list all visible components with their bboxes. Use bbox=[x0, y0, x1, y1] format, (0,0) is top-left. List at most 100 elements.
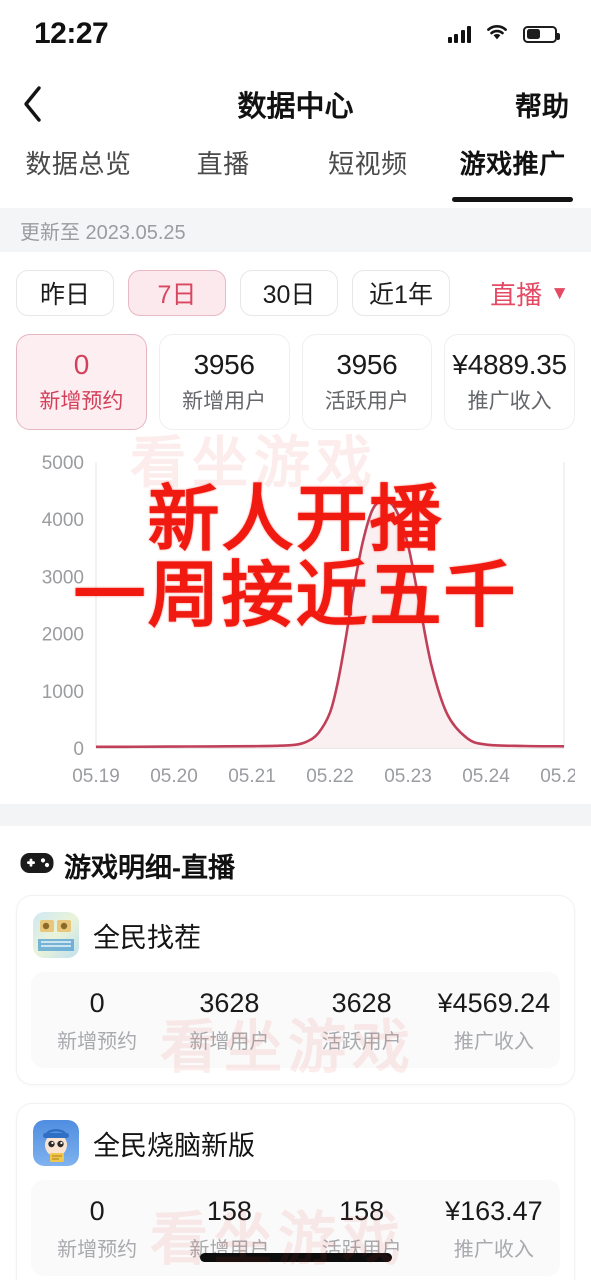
game-metrics-row: 0 新增预约 3628 新增用户 3628 活跃用户 ¥4569.24 推广收入 bbox=[31, 972, 560, 1068]
nav-bar: 数据中心 帮助 bbox=[0, 68, 591, 140]
filter-row: 昨日 7日 30日 近1年 直播 ▼ bbox=[16, 270, 575, 316]
update-timestamp: 更新至 2023.05.25 bbox=[20, 216, 186, 245]
game-name: 全民烧脑新版 bbox=[93, 1124, 255, 1163]
wifi-icon bbox=[484, 22, 510, 46]
y-axis-tick: 2000 bbox=[42, 625, 84, 646]
x-axis-tick: 05.20 bbox=[150, 766, 198, 787]
game-metric: 3628 新增用户 bbox=[163, 988, 295, 1054]
game-name: 全民找茬 bbox=[93, 916, 201, 955]
stat-value: 3956 bbox=[194, 349, 255, 381]
game-metric-value: 158 bbox=[339, 1196, 384, 1227]
x-axis-tick: 05.21 bbox=[228, 766, 276, 787]
page-title: 数据中心 bbox=[0, 83, 591, 125]
series-line bbox=[96, 500, 564, 747]
game-metric-label: 新增用户 bbox=[189, 1025, 269, 1054]
update-timestamp-strip: 更新至 2023.05.25 bbox=[0, 208, 591, 252]
filter-chip-label: 7日 bbox=[158, 275, 197, 311]
filter-chip-1year[interactable]: 近1年 bbox=[352, 270, 450, 316]
tab-label: 数据总览 bbox=[25, 144, 131, 181]
help-button[interactable]: 帮助 bbox=[515, 85, 569, 124]
game-metric-value: 3628 bbox=[332, 988, 392, 1019]
game-card[interactable]: 全民找茬 0 新增预约 3628 新增用户 3628 活跃用户 ¥4569.24… bbox=[16, 895, 575, 1085]
trend-chart[interactable]: 010002000300040005000 05.1905.2005.2105.… bbox=[16, 448, 575, 798]
game-metric: ¥4569.24 推广收入 bbox=[428, 988, 560, 1054]
stat-card-active-users[interactable]: 3956 活跃用户 bbox=[302, 334, 433, 430]
game-metric-label: 新增预约 bbox=[57, 1025, 137, 1054]
filter-chip-7days[interactable]: 7日 bbox=[128, 270, 226, 316]
game-metric-label: 推广收入 bbox=[454, 1025, 534, 1054]
stat-card-new-reservations[interactable]: 0 新增预约 bbox=[16, 334, 147, 430]
x-axis-tick-labels: 05.19 05.20 05.21 05.22 05.23 05.24 05.25 bbox=[72, 766, 575, 787]
x-axis-tick: 05.23 bbox=[384, 766, 432, 787]
y-axis-tick: 0 bbox=[73, 739, 84, 760]
cellular-bars-icon bbox=[448, 26, 472, 43]
tab-data-overview[interactable]: 数据总览 bbox=[6, 140, 151, 208]
game-metric-value: 0 bbox=[90, 988, 105, 1019]
stat-card-new-users[interactable]: 3956 新增用户 bbox=[159, 334, 290, 430]
stat-label: 新增用户 bbox=[182, 385, 266, 415]
y-axis-tick: 1000 bbox=[42, 682, 84, 703]
trend-chart-svg: 010002000300040005000 05.1905.2005.2105.… bbox=[16, 448, 575, 798]
filter-chip-yesterday[interactable]: 昨日 bbox=[16, 270, 114, 316]
game-detail-section: 游戏明细-直播 bbox=[0, 826, 591, 1280]
tab-label: 直播 bbox=[197, 144, 250, 181]
game-metric-label: 新增预约 bbox=[57, 1233, 137, 1262]
tab-live[interactable]: 直播 bbox=[151, 140, 296, 208]
filter-chip-label: 昨日 bbox=[40, 275, 90, 311]
home-indicator[interactable] bbox=[200, 1253, 392, 1262]
tab-label: 游戏推广 bbox=[460, 144, 566, 181]
y-axis-tick: 4000 bbox=[42, 510, 84, 531]
y-axis-tick-labels: 0 1000 2000 3000 4000 5000 bbox=[42, 453, 84, 760]
phone-screen: 看坐游戏 看坐游戏 看坐游戏 12:27 数据中心 帮助 bbox=[0, 0, 591, 1280]
game-metric-value: 0 bbox=[90, 1196, 105, 1227]
x-axis-tick: 05.19 bbox=[72, 766, 120, 787]
game-detail-title: 游戏明细-直播 bbox=[64, 846, 235, 885]
stat-value: 0 bbox=[74, 349, 89, 381]
tab-short-video[interactable]: 短视频 bbox=[296, 140, 441, 208]
battery-half-icon bbox=[523, 26, 557, 43]
stat-card-promotion-income[interactable]: ¥4889.35 推广收入 bbox=[444, 334, 575, 430]
game-metric: 0 新增预约 bbox=[31, 988, 163, 1054]
y-axis-tick: 5000 bbox=[42, 453, 84, 474]
stat-card-row: 0 新增预约 3956 新增用户 3956 活跃用户 ¥4889.35 推广收入 bbox=[16, 334, 575, 430]
filter-chip-label: 近1年 bbox=[369, 275, 433, 311]
game-metric: 0 新增预约 bbox=[31, 1196, 163, 1262]
game-card-title-row: 全民烧脑新版 bbox=[31, 1118, 560, 1180]
game-metric-value: ¥4569.24 bbox=[438, 988, 551, 1019]
game-metric: 3628 活跃用户 bbox=[296, 988, 428, 1054]
game-metric-value: 158 bbox=[207, 1196, 252, 1227]
status-indicators bbox=[448, 22, 558, 46]
game-card-title-row: 全民找茬 bbox=[31, 910, 560, 972]
caret-down-icon: ▼ bbox=[550, 284, 569, 303]
stat-value: 3956 bbox=[336, 349, 397, 381]
stat-value: ¥4889.35 bbox=[452, 349, 566, 381]
game-metric-value: 3628 bbox=[199, 988, 259, 1019]
game-detail-header: 游戏明细-直播 bbox=[16, 842, 575, 895]
back-button[interactable] bbox=[22, 80, 62, 128]
filter-chip-label: 30日 bbox=[263, 275, 316, 311]
game-icon-quanmin-shaonao bbox=[33, 1120, 79, 1166]
tab-game-promotion[interactable]: 游戏推广 bbox=[440, 140, 585, 208]
game-metric-value: ¥163.47 bbox=[445, 1196, 543, 1227]
gamepad-icon bbox=[20, 851, 54, 880]
tab-bar: 数据总览 直播 短视频 游戏推广 bbox=[0, 140, 591, 208]
filter-chip-30days[interactable]: 30日 bbox=[240, 270, 338, 316]
chevron-left-icon bbox=[22, 85, 44, 123]
stat-label: 活跃用户 bbox=[325, 385, 409, 415]
source-dropdown[interactable]: 直播 ▼ bbox=[490, 275, 575, 312]
game-metric-label: 推广收入 bbox=[454, 1233, 534, 1262]
stat-label: 新增预约 bbox=[39, 385, 123, 415]
y-axis-tick: 3000 bbox=[42, 567, 84, 588]
status-bar: 12:27 bbox=[0, 0, 591, 68]
game-icon-quanmin-zhaocha bbox=[33, 912, 79, 958]
section-divider bbox=[0, 804, 591, 826]
x-axis-tick: 05.24 bbox=[462, 766, 510, 787]
x-axis-tick: 05.22 bbox=[306, 766, 354, 787]
game-metric: ¥163.47 推广收入 bbox=[428, 1196, 560, 1262]
status-clock: 12:27 bbox=[34, 17, 108, 51]
x-axis-tick: 05.25 bbox=[540, 766, 575, 787]
game-metric-label: 活跃用户 bbox=[322, 1025, 402, 1054]
source-dropdown-value: 直播 bbox=[490, 275, 542, 312]
tab-label: 短视频 bbox=[328, 144, 408, 181]
stat-label: 推广收入 bbox=[468, 385, 552, 415]
